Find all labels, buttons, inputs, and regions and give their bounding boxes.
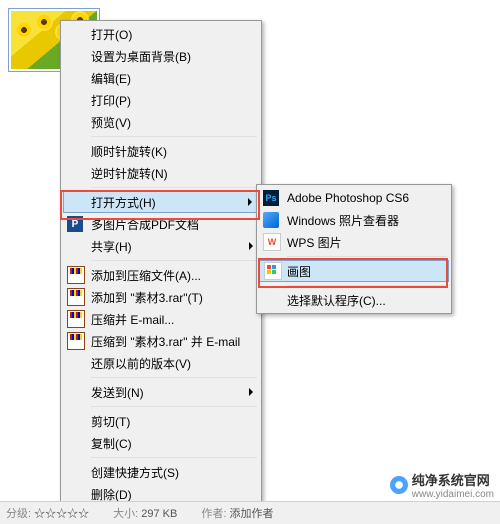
watermark-url: www.yidaimei.com [412, 489, 494, 500]
menu-rotate-ccw[interactable]: 逆时针旋转(N) [63, 162, 259, 184]
submenu-photoshop[interactable]: Ps Adobe Photoshop CS6 [259, 187, 449, 209]
menu-label: 打开方式(H) [91, 194, 156, 211]
menu-open[interactable]: 打开(O) [63, 23, 259, 45]
menu-create-shortcut[interactable]: 创建快捷方式(S) [63, 461, 259, 483]
menu-label: 画图 [287, 263, 311, 280]
rar-icon [67, 288, 85, 306]
size-value: 297 KB [141, 508, 177, 520]
menu-send-to[interactable]: 发送到(N) [63, 381, 259, 403]
menu-label: 添加到压缩文件(A)... [91, 267, 201, 284]
menu-label: 预览(V) [91, 114, 131, 131]
menu-label: Windows 照片查看器 [287, 212, 399, 229]
menu-label: 共享(H) [91, 238, 132, 255]
separator [91, 187, 257, 188]
rating-label: 分级: [6, 508, 31, 520]
submenu-paint[interactable]: 画图 [259, 260, 449, 282]
menu-label: 编辑(E) [91, 70, 131, 87]
watermark: 纯净系统官网 www.yidaimei.com [390, 470, 494, 500]
submenu-wps-image[interactable]: WPS 图片 [259, 231, 449, 253]
windows-photo-icon [263, 212, 279, 228]
menu-label: 设置为桌面背景(B) [91, 48, 191, 65]
submenu-windows-photo-viewer[interactable]: Windows 照片查看器 [259, 209, 449, 231]
menu-print[interactable]: 打印(P) [63, 89, 259, 111]
menu-label: 选择默认程序(C)... [287, 292, 386, 309]
separator [91, 457, 257, 458]
menu-preview[interactable]: 预览(V) [63, 111, 259, 133]
author-label: 作者: [201, 508, 226, 520]
menu-label: 压缩到 "素材3.rar" 并 E-mail [91, 333, 240, 350]
rar-icon [67, 310, 85, 328]
menu-rotate-cw[interactable]: 顺时针旋转(K) [63, 140, 259, 162]
watermark-logo-icon [390, 476, 408, 494]
menu-label: 删除(D) [91, 486, 132, 503]
menu-label: 复制(C) [91, 435, 132, 452]
menu-label: Adobe Photoshop CS6 [287, 191, 409, 205]
menu-label: 剪切(T) [91, 413, 130, 430]
separator [287, 256, 447, 257]
menu-label: 创建快捷方式(S) [91, 464, 179, 481]
author-value: 添加作者 [229, 508, 273, 520]
menu-label: 逆时针旋转(N) [91, 165, 168, 182]
status-bar: 分级: ☆☆☆☆☆ 大小: 297 KB 作者: 添加作者 [0, 501, 500, 524]
menu-set-wallpaper[interactable]: 设置为桌面背景(B) [63, 45, 259, 67]
menu-label: 还原以前的版本(V) [91, 355, 191, 372]
photoshop-icon: Ps [263, 190, 279, 206]
rar-icon [67, 332, 85, 350]
menu-label: 顺时针旋转(K) [91, 143, 167, 160]
separator [91, 136, 257, 137]
menu-add-archive[interactable]: 添加到压缩文件(A)... [63, 264, 259, 286]
menu-copy[interactable]: 复制(C) [63, 432, 259, 454]
menu-label: 打印(P) [91, 92, 131, 109]
menu-edit[interactable]: 编辑(E) [63, 67, 259, 89]
menu-label: WPS 图片 [287, 234, 342, 251]
menu-add-to-rar[interactable]: 添加到 "素材3.rar"(T) [63, 286, 259, 308]
menu-label: 压缩并 E-mail... [91, 311, 174, 328]
open-with-submenu: Ps Adobe Photoshop CS6 Windows 照片查看器 WPS … [256, 184, 452, 314]
submenu-arrow-icon [248, 198, 252, 206]
submenu-arrow-icon [249, 388, 253, 396]
menu-open-with[interactable]: 打开方式(H) [63, 191, 259, 213]
submenu-choose-default[interactable]: 选择默认程序(C)... [259, 289, 449, 311]
menu-label: 发送到(N) [91, 384, 144, 401]
size-label: 大小: [113, 508, 138, 520]
watermark-brand: 纯净系统官网 [412, 470, 494, 489]
menu-label: 打开(O) [91, 26, 132, 43]
menu-restore-previous[interactable]: 还原以前的版本(V) [63, 352, 259, 374]
menu-merge-pdf[interactable]: P 多图片合成PDF文档 [63, 213, 259, 235]
separator [91, 260, 257, 261]
submenu-arrow-icon [249, 242, 253, 250]
paint-icon [264, 262, 282, 280]
menu-share[interactable]: 共享(H) [63, 235, 259, 257]
menu-label: 多图片合成PDF文档 [91, 216, 199, 233]
menu-cut[interactable]: 剪切(T) [63, 410, 259, 432]
wps-icon [263, 233, 281, 251]
separator [91, 406, 257, 407]
menu-compress-email[interactable]: 压缩并 E-mail... [63, 308, 259, 330]
menu-label: 添加到 "素材3.rar"(T) [91, 289, 203, 306]
separator [91, 377, 257, 378]
separator [287, 285, 447, 286]
pdf-icon: P [67, 216, 83, 232]
context-menu: 打开(O) 设置为桌面背景(B) 编辑(E) 打印(P) 预览(V) 顺时针旋转… [60, 20, 262, 524]
menu-compress-rar-email[interactable]: 压缩到 "素材3.rar" 并 E-mail [63, 330, 259, 352]
rar-icon [67, 266, 85, 284]
